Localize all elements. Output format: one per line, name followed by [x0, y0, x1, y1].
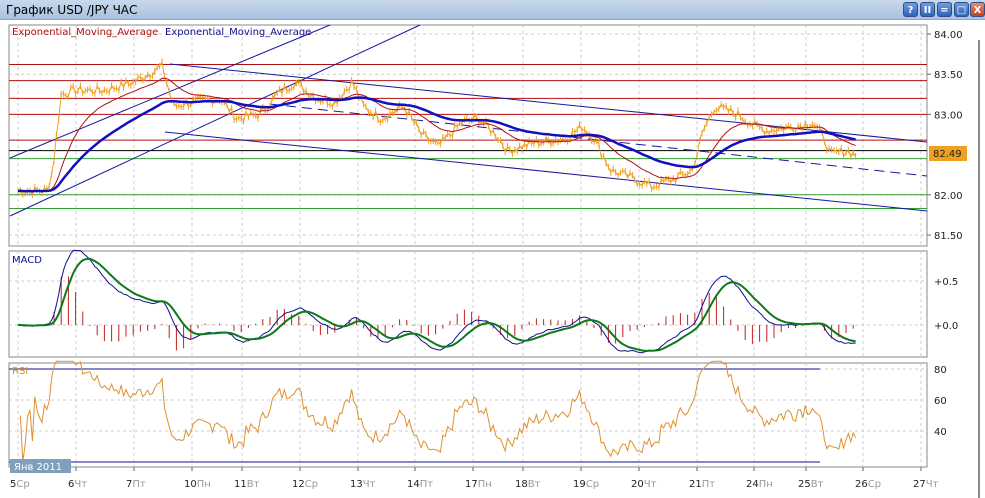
macd-tick-label: +0.5	[934, 277, 958, 288]
y-tick-label: 83.00	[934, 110, 963, 121]
x-tick-weekday: Пн	[478, 479, 492, 490]
current-price-label: 82.49	[933, 149, 962, 160]
x-tick-label: 10Пн	[184, 479, 211, 490]
x-tick-label: 13Чт	[350, 479, 376, 490]
x-tick-label: 27Чт	[913, 479, 939, 490]
x-tick-weekday: Ср	[305, 479, 318, 490]
x-tick-day: 11	[234, 479, 247, 490]
legend-ema-slow: Exponential_Moving_Average	[165, 27, 311, 38]
x-tick-label: 19Ср	[573, 479, 599, 490]
x-tick-label: 26Ср	[855, 479, 881, 490]
x-tick-weekday: Чт	[74, 479, 87, 490]
rsi-tick-label: 60	[934, 396, 947, 407]
x-tick-weekday: Пн	[759, 479, 773, 490]
x-tick-day: 18	[515, 479, 528, 490]
x-tick-label: 5Ср	[10, 479, 30, 490]
x-tick-weekday: Пн	[197, 479, 211, 490]
x-tick-day: 14	[407, 479, 420, 490]
x-tick-weekday: Чт	[644, 479, 657, 490]
y-tick-label: 82.00	[934, 191, 963, 202]
x-tick-label: 25Вт	[798, 479, 824, 490]
rsi-tick-label: 40	[934, 427, 947, 438]
x-tick-weekday: Пт	[420, 479, 434, 490]
x-tick-weekday: Чт	[926, 479, 939, 490]
y-tick-label: 84.00	[934, 30, 963, 41]
x-tick-day: 20	[631, 479, 644, 490]
x-tick-label: 12Ср	[292, 479, 318, 490]
x-tick-weekday: Пт	[132, 479, 146, 490]
x-tick-day: 26	[855, 479, 868, 490]
chart-area: Exponential_Moving_Average Exponential_M…	[8, 24, 967, 490]
x-tick-day: 21	[689, 479, 702, 490]
x-tick-day: 13	[350, 479, 363, 490]
x-tick-weekday: Ср	[868, 479, 881, 490]
x-tick-label: 7Пт	[126, 479, 146, 490]
rsi-tick-label: 80	[934, 365, 947, 376]
x-tick-weekday: Вт	[811, 479, 824, 490]
x-tick-weekday: Ср	[16, 479, 29, 490]
x-tick-day: 25	[798, 479, 811, 490]
x-tick-weekday: Чт	[363, 479, 376, 490]
x-tick-label: 21Пт	[689, 479, 715, 490]
y-tick-label: 83.50	[934, 70, 963, 81]
x-tick-weekday: Вт	[528, 479, 541, 490]
month-label: Янв 2011	[14, 462, 62, 473]
y-tick-label: 81.50	[934, 231, 963, 242]
legend-ema-fast: Exponential_Moving_Average	[12, 27, 158, 38]
rsi-panel	[8, 362, 928, 468]
x-tick-label: 14Пт	[407, 479, 433, 490]
x-tick-day: 19	[573, 479, 586, 490]
x-tick-label: 6Чт	[68, 479, 87, 490]
legend-macd: MACD	[12, 255, 42, 266]
x-tick-day: 27	[913, 479, 926, 490]
x-tick-label: 18Вт	[515, 479, 541, 490]
x-tick-weekday: Пт	[702, 479, 716, 490]
x-tick-day: 17	[465, 479, 478, 490]
x-tick-label: 17Пн	[465, 479, 492, 490]
macd-tick-label: +0.0	[934, 321, 958, 332]
x-tick-day: 24	[746, 479, 759, 490]
x-tick-label: 11Вт	[234, 479, 260, 490]
x-tick-day: 10	[184, 479, 197, 490]
legend-rsi: RSI	[12, 366, 28, 377]
x-tick-label: 20Чт	[631, 479, 657, 490]
x-tick-label: 24Пн	[746, 479, 773, 490]
x-tick-weekday: Ср	[586, 479, 599, 490]
macd-panel	[8, 250, 928, 358]
x-tick-weekday: Вт	[247, 479, 260, 490]
x-tick-day: 12	[292, 479, 305, 490]
